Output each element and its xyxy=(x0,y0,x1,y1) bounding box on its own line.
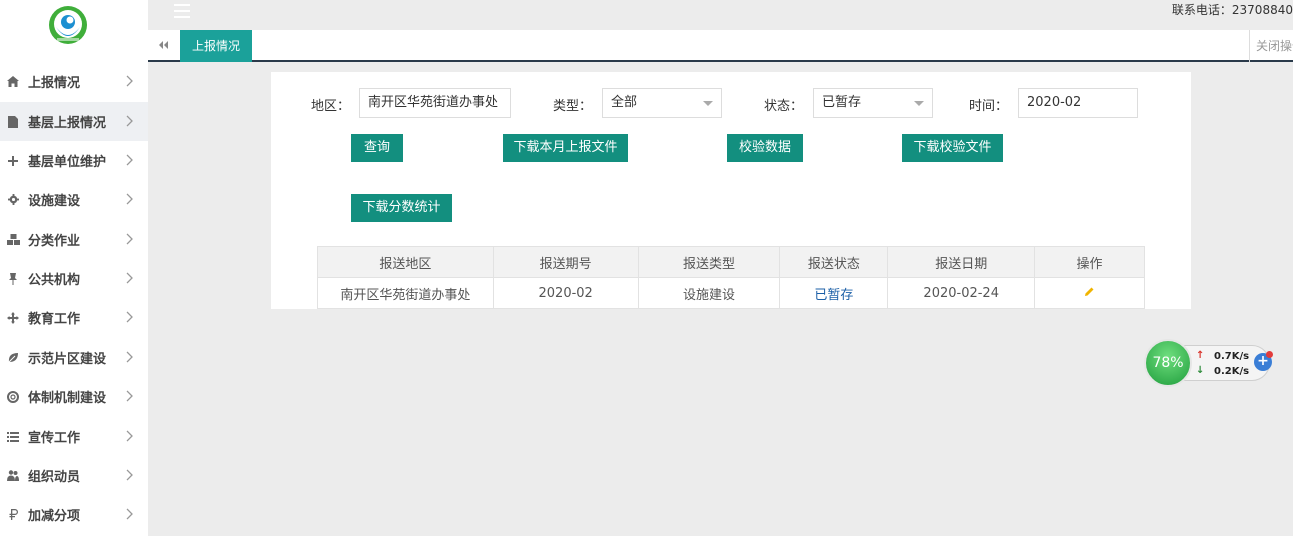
table-row: 南开区华苑街道办事处 2020-02 设施建设 已暂存 2020-02-24 xyxy=(317,277,1145,309)
sidebar-item-label: 上报情况 xyxy=(28,76,81,91)
notification-dot xyxy=(1266,351,1273,358)
ruble-icon xyxy=(6,508,20,522)
upload-speed: 0.7K/s xyxy=(1214,351,1250,362)
sidebar-item-public-institutions[interactable]: 公共机构 xyxy=(0,259,148,298)
status-select-value: 已暂存 xyxy=(822,95,862,110)
upload-arrow-icon: ↑ xyxy=(1196,350,1205,361)
column-header: 报送日期 xyxy=(887,246,1036,278)
time-label: 时间： xyxy=(969,99,1009,114)
sidebar-item-demo-area[interactable]: 示范片区建设 xyxy=(0,338,148,377)
query-button[interactable]: 查询 xyxy=(351,134,403,162)
report-panel: 地区： 南开区华苑街道办事处 类型： 全部 状态： 已暂存 时间： 2020-0… xyxy=(271,72,1191,309)
column-header: 报送状态 xyxy=(779,246,889,278)
verify-data-button[interactable]: 校验数据 xyxy=(727,134,803,162)
caret-down-icon xyxy=(914,101,924,106)
hamburger-menu-icon[interactable] xyxy=(174,4,190,18)
cell-type: 设施建设 xyxy=(637,277,781,309)
cell-region: 南开区华苑街道办事处 xyxy=(317,277,494,309)
sidebar-item-label: 教育工作 xyxy=(28,312,81,327)
report-table: 报送地区 报送期号 报送类型 报送状态 报送日期 操作 南开区华苑街道办事处 2… xyxy=(317,246,1145,309)
cell-date: 2020-02-24 xyxy=(887,277,1036,309)
chevron-right-icon xyxy=(126,469,133,481)
sidebar-item-label: 示范片区建设 xyxy=(28,352,107,367)
home-icon xyxy=(6,75,20,89)
cell-period: 2020-02 xyxy=(492,277,639,309)
sidebar-item-label: 基层上报情况 xyxy=(28,116,107,131)
status-select[interactable]: 已暂存 xyxy=(813,88,933,118)
sidebar-item-label: 加减分项 xyxy=(28,509,81,524)
contact-phone: 联系电话：23708840 xyxy=(1171,3,1293,17)
table-header-row: 报送地区 报送期号 报送类型 报送状态 报送日期 操作 xyxy=(317,246,1145,278)
sidebar-item-label: 宣传工作 xyxy=(28,431,81,446)
close-operations-button[interactable]: 关闭操作 xyxy=(1249,30,1293,62)
sidebar-item-report-status[interactable]: 上报情况 xyxy=(0,62,148,101)
status-label: 状态： xyxy=(764,99,804,114)
tab-report-status[interactable]: 上报情况 xyxy=(180,30,253,62)
sidebar-item-plus-minus-items[interactable]: 加减分项 xyxy=(0,495,148,534)
sidebar-item-publicity-work[interactable]: 宣传工作 xyxy=(0,417,148,456)
sidebar-item-grassroots-report[interactable]: 基层上报情况 xyxy=(0,102,148,141)
chevron-right-icon xyxy=(126,430,133,442)
region-label: 地区： xyxy=(311,99,351,114)
top-bar: 联系电话：23708840 xyxy=(148,0,1293,30)
chevron-right-icon xyxy=(126,508,133,520)
list-icon xyxy=(6,430,20,444)
column-header: 报送类型 xyxy=(637,246,781,278)
sidebar-item-label: 体制机制建设 xyxy=(28,391,107,406)
sidebar-item-organize-mobilize[interactable]: 组织动员 xyxy=(0,456,148,495)
double-chevron-left-icon[interactable] xyxy=(156,38,170,52)
cell-actions xyxy=(1034,277,1145,309)
sidebar-item-label: 组织动员 xyxy=(28,470,81,485)
sidebar-item-sorting-operations[interactable]: 分类作业 xyxy=(0,220,148,259)
arrows-icon xyxy=(6,311,20,325)
gear-icon xyxy=(6,193,20,207)
type-select-value: 全部 xyxy=(611,95,638,110)
column-header: 报送地区 xyxy=(317,246,494,278)
cell-status: 已暂存 xyxy=(779,277,889,309)
sidebar-item-label: 公共机构 xyxy=(28,273,81,288)
sidebar-item-label: 基层单位维护 xyxy=(28,155,107,170)
download-arrow-icon: ↓ xyxy=(1196,365,1205,376)
region-input[interactable]: 南开区华苑街道办事处 xyxy=(359,88,511,118)
chevron-right-icon xyxy=(126,272,133,284)
pin-icon xyxy=(6,272,20,286)
usage-percent: 78% xyxy=(1144,339,1192,387)
chevron-right-icon xyxy=(126,115,133,127)
sidebar-item-label: 设施建设 xyxy=(28,194,81,209)
chevron-right-icon xyxy=(126,233,133,245)
download-score-stats-button[interactable]: 下载分数统计 xyxy=(351,194,452,222)
time-input[interactable]: 2020-02 xyxy=(1018,88,1138,118)
people-icon xyxy=(6,469,20,483)
chevron-right-icon xyxy=(126,154,133,166)
chevron-right-icon xyxy=(126,351,133,363)
sidebar-item-education-work[interactable]: 教育工作 xyxy=(0,298,148,337)
column-header: 操作 xyxy=(1034,246,1145,278)
sidebar: 上报情况 基层上报情况 基层单位维护 设施建设 分类作业 公共机构 教育工作 示… xyxy=(0,0,148,536)
download-month-report-button[interactable]: 下载本月上报文件 xyxy=(503,134,628,162)
sidebar-item-facility-building[interactable]: 设施建设 xyxy=(0,180,148,219)
cubes-icon xyxy=(6,233,20,247)
download-verify-file-button[interactable]: 下载校验文件 xyxy=(902,134,1003,162)
chevron-right-icon xyxy=(126,75,133,87)
tab-bar: 上报情况 关闭操作 xyxy=(148,30,1293,62)
document-icon xyxy=(6,115,20,129)
plus-icon xyxy=(6,154,20,168)
leaf-icon xyxy=(6,351,20,365)
chevron-right-icon xyxy=(126,390,133,402)
download-speed: 0.2K/s xyxy=(1214,366,1250,377)
type-select[interactable]: 全部 xyxy=(602,88,722,118)
type-label: 类型： xyxy=(553,99,593,114)
chevron-right-icon xyxy=(126,311,133,323)
edit-pencil-icon[interactable] xyxy=(1084,286,1095,297)
network-speed-widget[interactable]: 78% ↑ 0.7K/s ↓ 0.2K/s + xyxy=(1144,339,1273,387)
caret-down-icon xyxy=(703,101,713,106)
sidebar-item-institutional-mechanism[interactable]: 体制机制建设 xyxy=(0,377,148,416)
sidebar-item-label: 分类作业 xyxy=(28,234,81,249)
lifebuoy-icon xyxy=(6,390,20,404)
column-header: 报送期号 xyxy=(492,246,639,278)
chevron-right-icon xyxy=(126,193,133,205)
sidebar-item-unit-maintenance[interactable]: 基层单位维护 xyxy=(0,141,148,180)
logo xyxy=(48,5,88,45)
